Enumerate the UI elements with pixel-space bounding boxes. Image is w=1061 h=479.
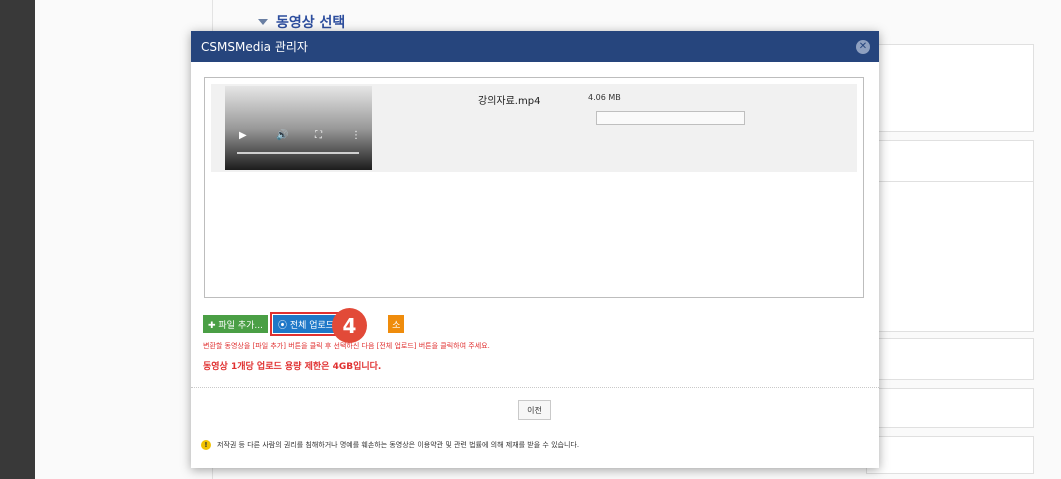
video-progress-bar[interactable]: [237, 152, 359, 154]
copyright-notice: ! 저작권 등 다른 사람의 권리를 침해하거나 명예를 훼손하는 동영상은 이…: [201, 440, 579, 450]
background-panel: [866, 338, 1034, 380]
warning-icon: !: [201, 440, 211, 450]
cancel-button[interactable]: 소: [388, 315, 405, 333]
file-list: ▶ 🔊 ⛶ ⋮ 강의자료.mp4 4.06 MB: [204, 77, 864, 298]
section-title: 동영상 선택: [276, 15, 346, 31]
collapse-triangle-icon[interactable]: [258, 19, 268, 25]
background-panel: [866, 140, 1034, 182]
background-panel: [866, 388, 1034, 428]
upload-instructions: 변환할 동영상을 [파일 추가] 버튼을 클릭 후 선택하신 다음 [전체 업로…: [203, 342, 490, 350]
action-buttons: ✚ 파일 추가... ⦿ 전체 업로드 소: [203, 312, 407, 336]
upload-size-limit: 동영상 1개당 업로드 용량 제한은 4GB입니다.: [203, 362, 382, 372]
add-file-button[interactable]: ✚ 파일 추가...: [203, 315, 268, 333]
modal-header: CSMSMedia 관리자 ✕: [191, 31, 879, 62]
step-badge: 4: [332, 308, 367, 343]
upload-progress-bar: [596, 111, 745, 125]
notice-text: 저작권 등 다른 사람의 권리를 침해하거나 명예를 훼손하는 동영상은 이용약…: [217, 441, 580, 449]
file-name: 강의자료.mp4: [478, 96, 541, 107]
file-size: 4.06 MB: [588, 93, 621, 102]
modal-title: CSMSMedia 관리자: [201, 40, 308, 54]
fullscreen-icon[interactable]: ⛶: [315, 131, 322, 141]
media-manager-modal: CSMSMedia 관리자 ✕ ▶ 🔊 ⛶ ⋮ 강의자료.mp4 4.06 MB…: [191, 31, 879, 468]
background-panel: [866, 436, 1034, 474]
upload-all-button[interactable]: ⦿ 전체 업로드: [269, 312, 343, 336]
left-rail: [0, 0, 35, 479]
background-panel: [866, 182, 1034, 332]
video-thumbnail[interactable]: ▶ 🔊 ⛶ ⋮: [225, 86, 372, 170]
background-panel: [866, 44, 1034, 132]
close-icon[interactable]: ✕: [856, 39, 870, 54]
more-options-icon[interactable]: ⋮: [351, 131, 361, 141]
file-row[interactable]: ▶ 🔊 ⛶ ⋮ 강의자료.mp4 4.06 MB: [211, 84, 857, 172]
play-icon[interactable]: ▶: [239, 131, 247, 141]
previous-button[interactable]: 이전: [518, 400, 551, 420]
modal-divider: [191, 387, 879, 388]
section-header[interactable]: 동영상 선택: [258, 12, 345, 32]
volume-icon[interactable]: 🔊: [276, 131, 288, 141]
